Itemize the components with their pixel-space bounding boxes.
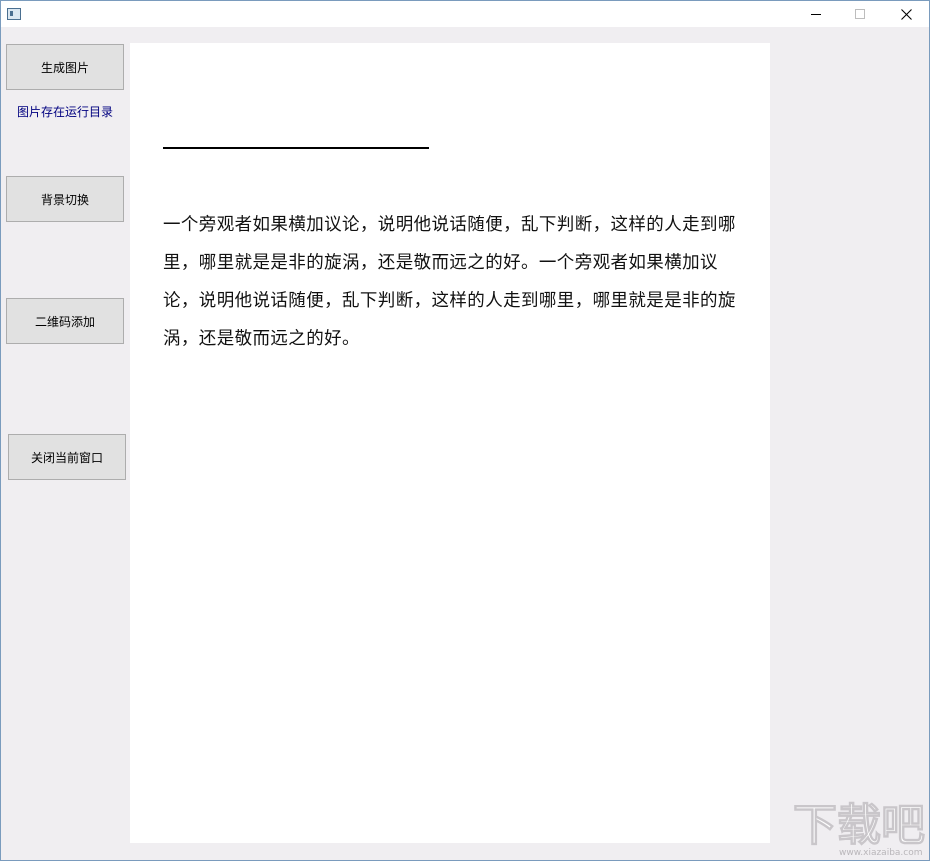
app-icon <box>7 8 21 20</box>
close-window-button[interactable]: 关闭当前窗口 <box>8 434 126 480</box>
title-bar[interactable] <box>1 1 929 27</box>
generate-image-button[interactable]: 生成图片 <box>6 44 124 90</box>
add-qrcode-button[interactable]: 二维码添加 <box>6 298 124 344</box>
maximize-icon <box>855 9 865 19</box>
watermark-url: www.xiazaiba.com <box>839 848 923 858</box>
close-button[interactable] <box>884 1 928 27</box>
maximize-button[interactable] <box>838 1 882 27</box>
title-underline <box>163 147 429 149</box>
watermark-text: 下载吧 <box>793 800 926 851</box>
minimize-icon <box>811 14 821 15</box>
close-icon <box>900 8 912 20</box>
app-window: 生成图片 图片存在运行目录 背景切换 二维码添加 关闭当前窗口 一个旁观者如果横… <box>0 0 930 861</box>
switch-background-button[interactable]: 背景切换 <box>6 176 124 222</box>
watermark-logo: 下载吧 www.xiazaiba.com <box>791 800 926 859</box>
image-canvas: 一个旁观者如果横加议论，说明他说话随便，乱下判断，这样的人走到哪里，哪里就是是非… <box>130 43 770 843</box>
save-location-hint: 图片存在运行目录 <box>17 105 114 119</box>
minimize-button[interactable] <box>794 1 838 27</box>
canvas-body-text: 一个旁观者如果横加议论，说明他说话随便，乱下判断，这样的人走到哪里，哪里就是是非… <box>163 215 736 349</box>
